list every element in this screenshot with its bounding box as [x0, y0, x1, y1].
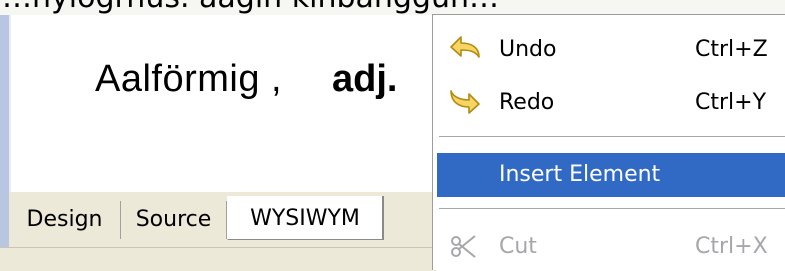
- menu-item-shortcut: Ctrl+X: [695, 234, 768, 259]
- menu-item-undo[interactable]: Undo Ctrl+Z: [437, 30, 785, 70]
- menu-item-label: Redo: [499, 90, 555, 115]
- status-strip: [0, 247, 436, 271]
- context-menu: Undo Ctrl+Z Redo Ctrl+Y Insert Element C…: [432, 14, 785, 270]
- menu-item-shortcut: Ctrl+Y: [695, 90, 767, 115]
- editor-left-border-highlight: [9, 15, 11, 193]
- top-cut-off-text-strip: …nylogrnus. aagin kinbanggun…: [0, 0, 785, 15]
- menu-item-label: Undo: [499, 37, 557, 62]
- cut-off-text: …nylogrnus. aagin kinbanggun…: [2, 0, 499, 15]
- tab-source[interactable]: Source: [121, 201, 227, 239]
- menu-item-shortcut: Ctrl+Z: [695, 37, 768, 62]
- editor-left-border: [0, 15, 9, 247]
- scissors-icon: [451, 235, 476, 258]
- menu-separator: [439, 136, 785, 138]
- tab-design[interactable]: Design: [9, 201, 121, 239]
- menu-item-label: Insert Element: [499, 162, 661, 187]
- wysiwym-editor-area[interactable]: [0, 15, 436, 192]
- dictionary-term[interactable]: Aalförmig ,: [95, 58, 282, 101]
- menu-item-insert-element[interactable]: Insert Element: [437, 153, 785, 197]
- redo-arrow-icon: [450, 90, 480, 114]
- menu-item-redo[interactable]: Redo Ctrl+Y: [437, 83, 785, 123]
- part-of-speech[interactable]: adj.: [332, 58, 397, 101]
- menu-item-label: Cut: [499, 234, 537, 259]
- menu-separator: [439, 208, 785, 210]
- menu-item-cut[interactable]: Cut Ctrl+X: [437, 227, 785, 267]
- undo-arrow-icon: [450, 36, 480, 58]
- tab-wysiwym[interactable]: WYSIWYM: [227, 196, 384, 240]
